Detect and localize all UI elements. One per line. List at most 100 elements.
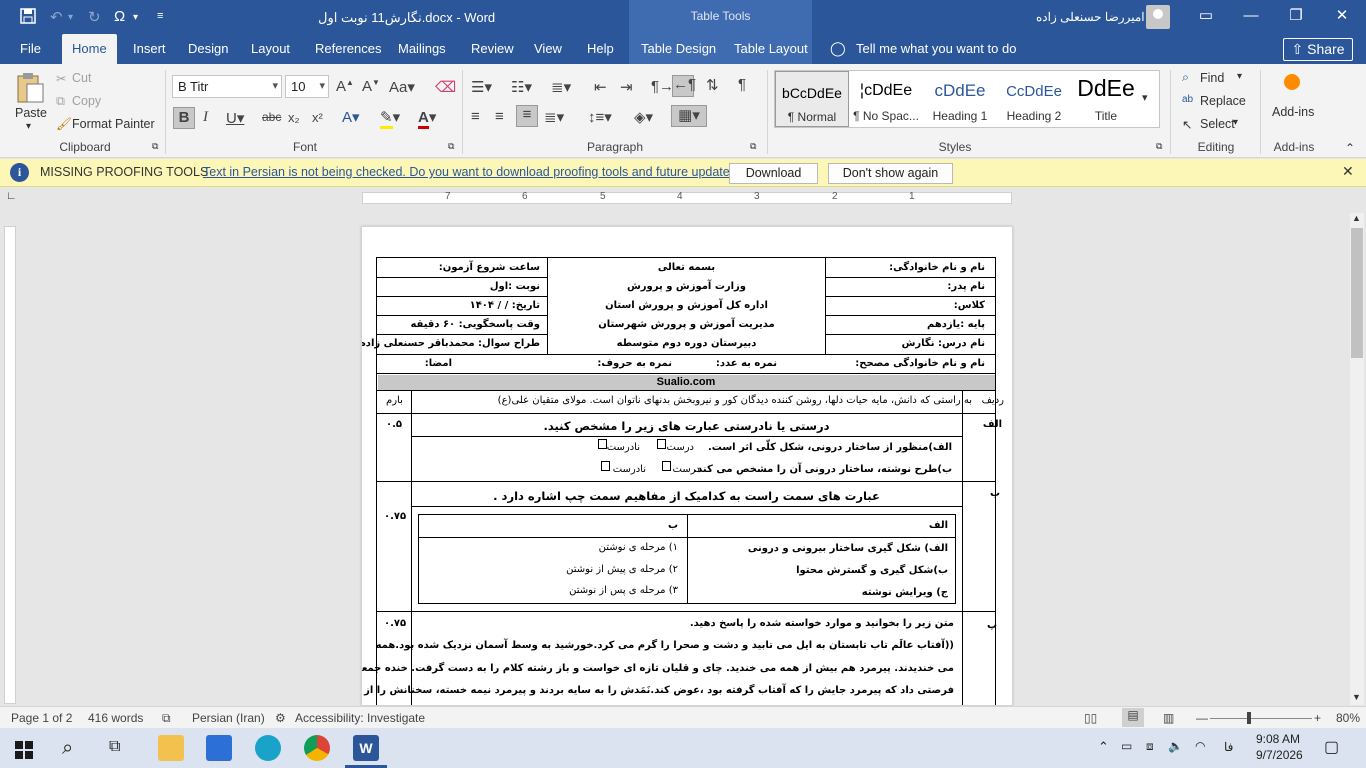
clock-time[interactable]: 9:08 AM [1256, 732, 1300, 746]
share-button[interactable]: ⇧ Share [1283, 38, 1353, 61]
close-message-icon[interactable]: ✕ [1342, 163, 1354, 180]
align-center-icon[interactable]: ≡ [495, 108, 504, 125]
dont-show-again-button[interactable]: Don't show again [828, 163, 953, 184]
increase-indent-icon[interactable]: ⇥ [620, 78, 633, 96]
tab-home[interactable]: Home [62, 34, 117, 64]
font-color-icon[interactable]: A▾ [418, 108, 436, 129]
zoom-in-icon[interactable]: + [1314, 711, 1321, 725]
align-right-icon[interactable]: ≡ [516, 105, 538, 127]
tab-table-design[interactable]: Table Design [641, 41, 716, 56]
highlight-icon[interactable]: ✎▾ [380, 108, 400, 129]
replace-icon[interactable]: ab [1182, 94, 1193, 105]
battery-icon[interactable]: ▭ [1121, 739, 1132, 753]
input-language[interactable]: فا [1224, 740, 1233, 754]
font-size-combo[interactable]: 10 [285, 75, 329, 98]
save-icon[interactable] [20, 8, 36, 28]
find-dropdown-icon[interactable]: ▾ [1237, 71, 1242, 82]
close-icon[interactable]: ✕ [1322, 4, 1362, 28]
copy-icon[interactable]: ⧉ [56, 94, 65, 109]
tab-layout[interactable]: Layout [251, 41, 290, 56]
subscript-button[interactable]: x₂ [288, 110, 300, 125]
add-ins-button[interactable]: Add-ins [1272, 105, 1314, 119]
omega-icon[interactable]: Ω [114, 8, 125, 25]
styles-launcher-icon[interactable]: ⧉ [1156, 141, 1162, 152]
tab-references[interactable]: References [315, 41, 381, 56]
show-formatting-icon[interactable]: ¶ [738, 76, 746, 93]
download-button[interactable]: Download [729, 163, 818, 184]
tab-mailings[interactable]: Mailings [398, 41, 446, 56]
add-ins-icon[interactable] [1284, 74, 1300, 90]
chrome-icon[interactable] [304, 735, 330, 761]
vertical-ruler[interactable] [4, 226, 16, 704]
maximize-icon[interactable]: ❐ [1276, 4, 1316, 28]
styles-more-icon[interactable]: ▾ [1142, 91, 1148, 104]
bullets-icon[interactable]: ☰▾ [471, 78, 492, 96]
proofing-icon[interactable]: ⧉ [162, 711, 171, 726]
meet-icon[interactable]: ⧈ [1146, 739, 1154, 754]
font-name-combo[interactable]: B Titr [172, 75, 282, 98]
cut-icon[interactable]: ✂ [56, 71, 66, 86]
tab-help[interactable]: Help [587, 41, 614, 56]
windows-start-icon[interactable] [15, 741, 33, 762]
undo-dropdown-icon[interactable]: ▾ [68, 12, 73, 23]
redo-icon[interactable]: ↻ [88, 8, 101, 26]
font-launcher-icon[interactable]: ⧉ [448, 141, 454, 152]
undo-icon[interactable]: ↶ [50, 8, 63, 26]
clock-date[interactable]: 9/7/2026 [1256, 748, 1303, 762]
word-taskbar-icon[interactable]: W [353, 735, 379, 761]
style-heading-2[interactable]: CcDdEe Heading 2 [997, 71, 1071, 127]
tab-review[interactable]: Review [471, 41, 514, 56]
message-link[interactable]: Text in Persian is not being checked. Do… [203, 165, 743, 179]
grow-font-icon[interactable]: A▲ [336, 78, 354, 95]
numbering-icon[interactable]: ☷▾ [511, 78, 532, 96]
false-checkbox[interactable] [601, 461, 610, 471]
document-page[interactable]: نام و نام خانوادگی: نام پدر: کلاس: پایه … [361, 226, 1013, 706]
format-painter-button[interactable]: Format Painter [72, 117, 155, 131]
scrollbar-thumb[interactable] [1351, 228, 1363, 358]
decrease-indent-icon[interactable]: ⇤ [594, 78, 607, 96]
network-icon[interactable]: ◠ [1195, 739, 1205, 753]
file-explorer-icon[interactable] [158, 735, 184, 761]
tray-overflow-icon[interactable]: ⌃ [1098, 739, 1109, 755]
underline-button[interactable]: U▾ [226, 109, 244, 127]
word-count[interactable]: 416 words [88, 711, 143, 725]
shrink-font-icon[interactable]: A▼ [362, 78, 380, 95]
read-mode-icon[interactable]: ▯▯ [1084, 711, 1097, 725]
false-checkbox[interactable] [598, 439, 607, 449]
paste-dropdown-icon[interactable]: ▾ [26, 121, 31, 132]
tell-me-search[interactable]: Tell me what you want to do [856, 41, 1016, 56]
text-effects-icon[interactable]: A▾ [342, 108, 360, 126]
minimize-icon[interactable]: — [1231, 4, 1271, 28]
task-view-icon[interactable]: ⧉ [109, 738, 120, 756]
paste-icon[interactable] [14, 72, 46, 106]
style-no-spacing[interactable]: ¦cDdEe ¶ No Spac... [849, 71, 923, 127]
borders-icon[interactable]: ▦▾ [671, 105, 707, 127]
justify-icon[interactable]: ≣▾ [544, 108, 564, 126]
clear-formatting-icon[interactable]: ⌫ [435, 78, 456, 96]
sort-icon[interactable]: ⇅ [706, 76, 719, 94]
page-count[interactable]: Page 1 of 2 [11, 711, 72, 725]
paste-button[interactable]: Paste [15, 106, 47, 120]
ribbon-display-icon[interactable]: ▭ [1186, 4, 1226, 28]
language-indicator[interactable]: Persian (Iran) [192, 711, 265, 725]
tab-file[interactable]: File [20, 41, 41, 56]
italic-button[interactable]: I [203, 109, 208, 126]
clipboard-launcher-icon[interactable]: ⧉ [152, 141, 158, 152]
collapse-ribbon-icon[interactable]: ⌃ [1345, 141, 1355, 155]
search-icon[interactable]: ⌕ [62, 737, 73, 760]
zoom-slider-thumb[interactable] [1247, 712, 1251, 724]
zoom-out-icon[interactable]: — [1196, 711, 1208, 725]
cut-button[interactable]: Cut [72, 71, 91, 85]
avatar[interactable] [1146, 5, 1170, 29]
true-checkbox[interactable] [662, 461, 671, 471]
superscript-button[interactable]: x² [312, 110, 323, 125]
copy-button[interactable]: Copy [72, 94, 101, 108]
notifications-icon[interactable]: ▢ [1324, 737, 1339, 757]
zoom-level[interactable]: 80% [1336, 711, 1360, 725]
line-spacing-icon[interactable]: ↕≡▾ [588, 108, 612, 126]
ltr-direction-icon[interactable]: ¶→ [651, 78, 674, 95]
style-normal[interactable]: bCcDdEe ¶ Normal [775, 71, 849, 127]
web-layout-icon[interactable]: ▥ [1163, 711, 1174, 725]
align-left-icon[interactable]: ≡ [471, 108, 480, 125]
zoom-slider[interactable] [1210, 718, 1312, 719]
